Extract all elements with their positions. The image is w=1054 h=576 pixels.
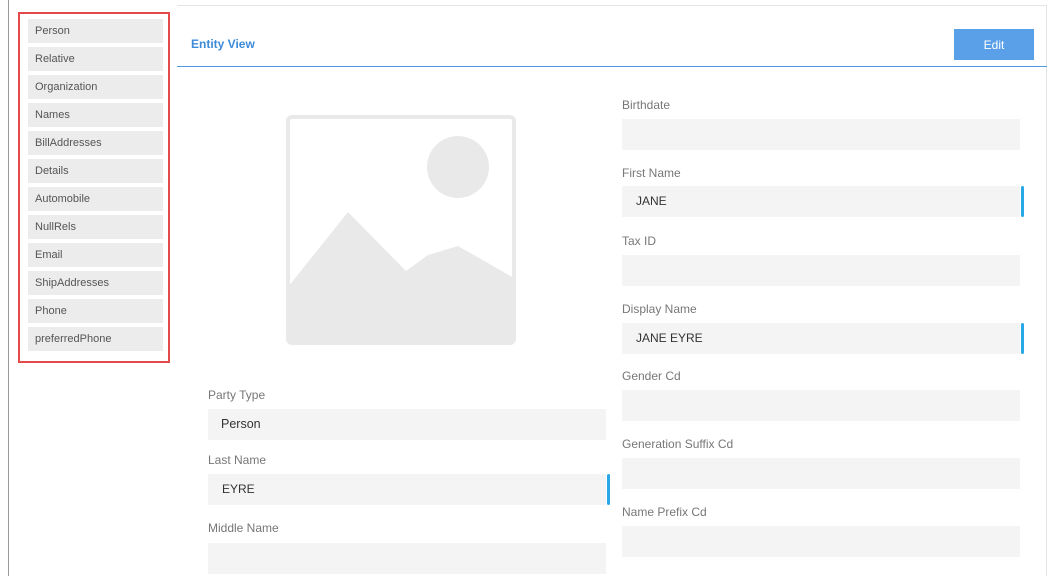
last-name-field[interactable]: EYRE xyxy=(208,474,610,505)
first-name-field[interactable]: JANE xyxy=(622,186,1024,217)
sidebar-item-details[interactable]: Details xyxy=(28,159,163,183)
name-prefix-cd-label: Name Prefix Cd xyxy=(622,505,707,519)
display-name-label: Display Name xyxy=(622,302,697,316)
middle-name-field[interactable] xyxy=(208,543,606,574)
image-placeholder-icon xyxy=(286,115,516,345)
first-name-value: JANE xyxy=(636,194,667,208)
gender-cd-label: Gender Cd xyxy=(622,369,681,383)
sidebar-item-phone[interactable]: Phone xyxy=(28,299,163,323)
field-marker xyxy=(607,474,610,505)
sidebar-item-person[interactable]: Person xyxy=(28,19,163,43)
panel-right-border xyxy=(1046,5,1047,576)
window-left-edge xyxy=(8,0,9,576)
first-name-label: First Name xyxy=(622,166,681,180)
generation-suffix-cd-field[interactable] xyxy=(622,458,1020,489)
birthdate-field[interactable] xyxy=(622,119,1020,150)
party-type-field[interactable]: Person xyxy=(208,409,606,440)
header-divider xyxy=(177,66,1047,67)
display-name-field[interactable]: JANE EYRE xyxy=(622,323,1024,354)
panel-top-border xyxy=(177,5,1047,6)
generation-suffix-cd-label: Generation Suffix Cd xyxy=(622,437,734,451)
tax-id-field[interactable] xyxy=(622,255,1020,286)
party-type-label: Party Type xyxy=(208,388,266,402)
sidebar-item-organization[interactable]: Organization xyxy=(28,75,163,99)
page-title: Entity View xyxy=(191,37,255,51)
sidebar-item-automobile[interactable]: Automobile xyxy=(28,187,163,211)
sidebar-item-shipaddresses[interactable]: ShipAddresses xyxy=(28,271,163,295)
edit-button[interactable]: Edit xyxy=(954,29,1034,60)
field-marker xyxy=(1021,323,1024,354)
birthdate-label: Birthdate xyxy=(622,98,671,112)
gender-cd-field[interactable] xyxy=(622,390,1020,421)
sidebar-item-billaddresses[interactable]: BillAddresses xyxy=(28,131,163,155)
last-name-value: EYRE xyxy=(222,482,255,496)
sidebar-item-names[interactable]: Names xyxy=(28,103,163,127)
sidebar-item-nullrels[interactable]: NullRels xyxy=(28,215,163,239)
sidebar-item-preferredphone[interactable]: preferredPhone xyxy=(28,327,163,351)
tax-id-label: Tax ID xyxy=(622,234,657,248)
last-name-label: Last Name xyxy=(208,453,267,467)
sidebar-nav: Person Relative Organization Names BillA… xyxy=(18,12,170,363)
sidebar-item-relative[interactable]: Relative xyxy=(28,47,163,71)
display-name-value: JANE EYRE xyxy=(636,331,703,345)
field-marker xyxy=(1021,186,1024,217)
middle-name-label: Middle Name xyxy=(208,521,279,535)
sidebar-item-email[interactable]: Email xyxy=(28,243,163,267)
name-prefix-cd-field[interactable] xyxy=(622,526,1020,557)
